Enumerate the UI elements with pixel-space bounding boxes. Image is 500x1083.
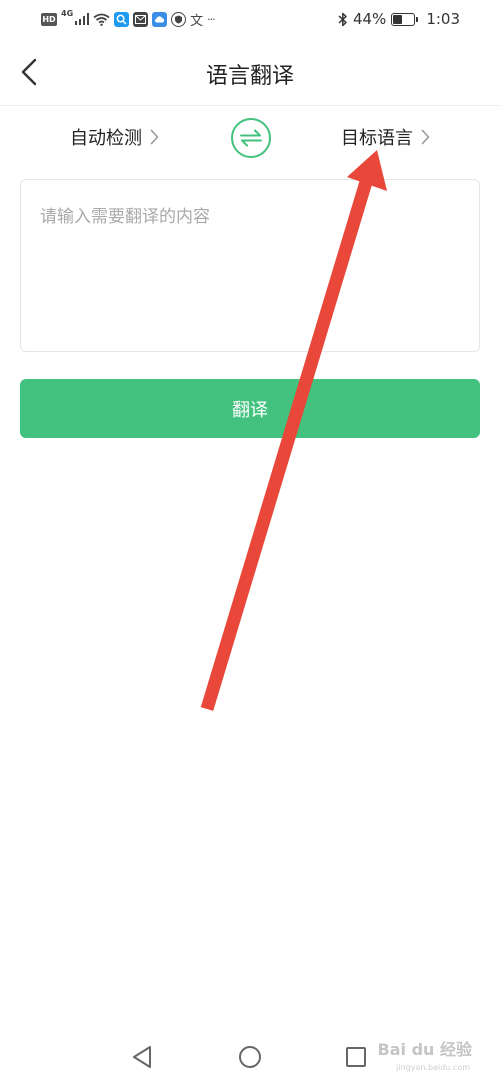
translate-button-label: 翻译 [232, 399, 268, 421]
target-language-selector[interactable]: 目标语言 [341, 124, 430, 150]
swap-icon [240, 129, 262, 147]
back-triangle-icon [133, 1046, 151, 1068]
translation-input-box [20, 179, 480, 352]
target-language-label: 目标语言 [341, 128, 413, 149]
wifi-icon [93, 13, 110, 26]
hd-icon: HD [41, 12, 57, 26]
chevron-right-icon [150, 129, 159, 145]
translation-input[interactable] [21, 180, 479, 351]
status-right-icons: 44% 1:03 [338, 9, 460, 29]
bluetooth-icon [338, 12, 348, 27]
chevron-right-icon [421, 129, 430, 145]
search-app-icon [114, 11, 130, 27]
mail-app-icon [133, 11, 149, 27]
nav-back-button[interactable] [127, 1042, 157, 1072]
source-language-label: 自动检测 [70, 128, 142, 149]
text-app-icon: 文 [190, 13, 204, 29]
status-bar: HD 4G 文 ··· 44% 1:03 [0, 0, 500, 38]
translate-button[interactable]: 翻译 [20, 379, 480, 438]
app-header: 语言翻译 [0, 38, 500, 106]
cloud-app-icon [152, 11, 168, 27]
battery-level-fill [393, 14, 402, 24]
nav-home-button[interactable] [235, 1042, 265, 1072]
system-navigation-bar [0, 1032, 500, 1080]
swap-languages-button[interactable] [231, 118, 271, 158]
network-type-label: 4G [61, 9, 74, 18]
home-circle-icon [239, 1046, 261, 1068]
battery-percent: 44% [352, 10, 387, 28]
recents-square-icon [346, 1047, 366, 1067]
nav-recents-button[interactable] [341, 1042, 371, 1072]
more-notifications-indicator: ··· [207, 12, 215, 26]
clock: 1:03 [426, 10, 460, 28]
signal-icon [75, 13, 90, 25]
shield-app-icon [171, 11, 187, 27]
battery-icon [391, 12, 419, 26]
page-title: 语言翻译 [205, 64, 294, 89]
status-left-icons: HD 4G 文 ··· [41, 9, 216, 29]
language-selector-bar: 自动检测 目标语言 [0, 108, 500, 166]
source-language-selector[interactable]: 自动检测 [70, 124, 159, 150]
